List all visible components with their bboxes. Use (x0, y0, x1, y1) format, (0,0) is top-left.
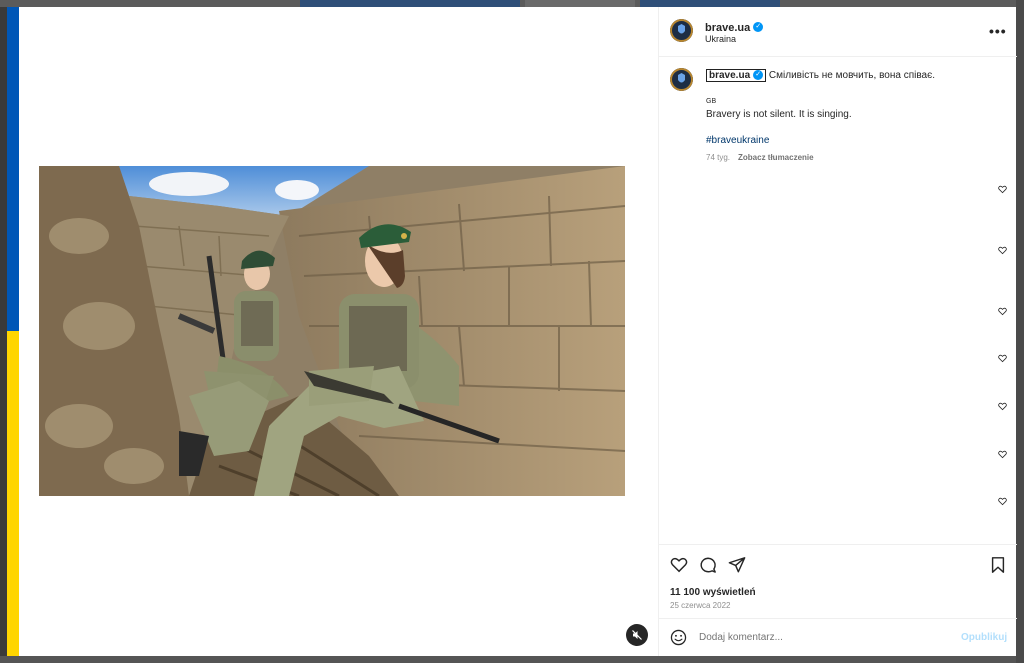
caption-meta: 74 tyg. Zobacz tłumaczenie (706, 153, 814, 162)
speaker-muted-icon (632, 630, 642, 640)
bookmark-icon[interactable] (990, 556, 1006, 574)
avatar[interactable] (670, 19, 693, 42)
verified-badge-icon: ✓ (753, 21, 764, 32)
caption-translation: Bravery is not silent. It is singing. (706, 109, 852, 120)
heart-icon[interactable] (670, 556, 688, 574)
caption-avatar[interactable] (670, 68, 693, 91)
post-header: brave.ua ✓ Ukraina ••• (659, 7, 1017, 57)
comment-like-heart-icon[interactable] (998, 354, 1007, 363)
more-horizontal-icon[interactable]: ••• (989, 23, 1007, 39)
post-modal: brave.ua ✓ Ukraina ••• brave.ua ✓ Сміливіс… (19, 7, 1017, 656)
post-date[interactable]: 25 czerwca 2022 (670, 601, 730, 610)
comment-bubble-icon[interactable] (699, 556, 717, 574)
comment-like-heart-icon[interactable] (998, 307, 1007, 316)
emoji-smile-icon[interactable] (670, 629, 687, 646)
caption-username[interactable]: brave.ua ✓ (706, 69, 767, 82)
post-comment-button[interactable]: Opublikuj (961, 632, 1007, 643)
hashtag-link[interactable]: #braveukraine (706, 135, 769, 146)
comment-input[interactable] (699, 632, 929, 643)
caption-text: Сміливість не мовчить, вона співає. (768, 70, 935, 81)
comment-form: Opublikuj (659, 618, 1017, 658)
post-username[interactable]: brave.ua (705, 22, 750, 34)
comment-like-heart-icon[interactable] (998, 246, 1007, 255)
comment-like-heart-icon[interactable] (998, 402, 1007, 411)
see-translation-button[interactable]: Zobacz tłumaczenie (738, 153, 814, 162)
paper-plane-icon[interactable] (728, 556, 746, 574)
post-video[interactable] (39, 166, 625, 496)
verified-badge-icon: ✓ (753, 70, 764, 81)
media-area (19, 7, 658, 656)
comment-like-heart-icon[interactable] (998, 185, 1007, 194)
comment-like-heart-icon[interactable] (998, 450, 1007, 459)
view-count: 11 100 wyświetleń (670, 587, 756, 598)
comment-like-heart-icon[interactable] (998, 497, 1007, 506)
post-actions: 11 100 wyświetleń 25 czerwca 2022 Opubli… (659, 544, 1017, 657)
post-location[interactable]: Ukraina (705, 34, 736, 44)
backdrop-right (1016, 0, 1024, 663)
backdrop-top (0, 0, 1024, 7)
mute-button[interactable] (626, 624, 648, 646)
caption-age: 74 tyg. (706, 153, 731, 162)
translation-flag: GB (706, 98, 717, 105)
post-side-panel: brave.ua ✓ Ukraina ••• brave.ua ✓ Сміливіс… (658, 7, 1017, 656)
ukraine-flag-strip (7, 7, 19, 656)
